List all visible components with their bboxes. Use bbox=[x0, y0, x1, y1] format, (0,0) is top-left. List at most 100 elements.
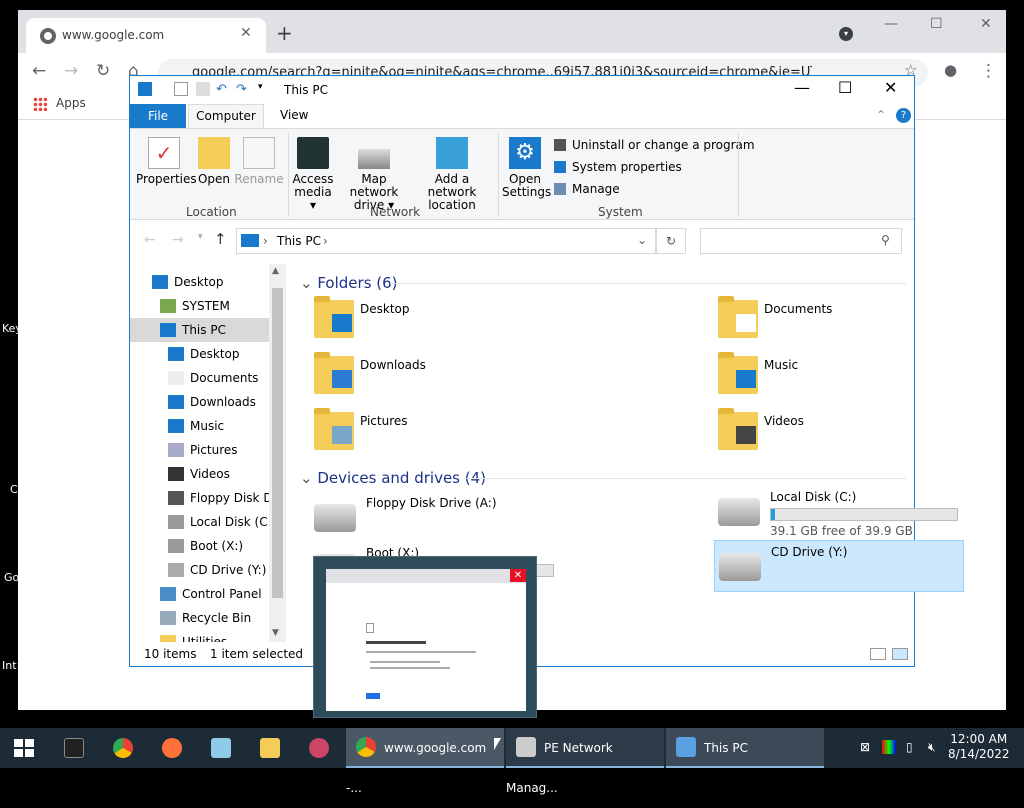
uninstall-program-button[interactable]: Uninstall or change a program bbox=[554, 138, 755, 152]
start-windows-icon[interactable] bbox=[14, 739, 34, 757]
drive-cd[interactable]: CD Drive (Y:) bbox=[714, 540, 964, 592]
close-tab-icon[interactable]: ✕ bbox=[240, 25, 252, 41]
tree-item-system[interactable]: SYSTEM bbox=[160, 294, 230, 318]
tab-file[interactable]: File bbox=[130, 104, 186, 128]
close-icon[interactable]: ✕ bbox=[980, 16, 992, 32]
open-button[interactable]: Open bbox=[196, 137, 232, 186]
folders-header[interactable]: Folders (6) bbox=[300, 274, 397, 292]
tree-item-local-disk[interactable]: Local Disk (C:) bbox=[168, 510, 276, 534]
maximize-icon[interactable]: ☐ bbox=[838, 78, 852, 97]
scroll-down-icon[interactable]: ▼ bbox=[272, 628, 279, 638]
details-view-icon[interactable] bbox=[870, 648, 886, 660]
command-prompt-icon[interactable] bbox=[64, 738, 84, 758]
task-chrome[interactable]: www.google.com -... bbox=[346, 728, 504, 795]
drives-header[interactable]: Devices and drives (4) bbox=[300, 469, 486, 487]
tree-item-utilities[interactable]: Utilities bbox=[160, 630, 227, 642]
notepad-icon[interactable] bbox=[211, 738, 231, 758]
desktop-label[interactable]: Go bbox=[4, 571, 19, 584]
tree-item-control-panel[interactable]: Control Panel bbox=[160, 582, 262, 606]
color-tray-icon[interactable] bbox=[882, 740, 896, 754]
manage-button[interactable]: Manage bbox=[554, 182, 620, 196]
apps-icon[interactable] bbox=[33, 97, 47, 111]
desktop-label[interactable]: C bbox=[10, 483, 18, 496]
tab-search-icon[interactable]: ▾ bbox=[839, 27, 853, 41]
network-tray-icon[interactable]: ⊠ bbox=[860, 740, 874, 754]
scroll-up-icon[interactable]: ▲ bbox=[272, 266, 279, 276]
folder-documents[interactable]: Documents bbox=[714, 294, 964, 350]
folder-music[interactable]: Music bbox=[714, 350, 964, 406]
usb-tray-icon[interactable]: ▯ bbox=[906, 740, 920, 754]
tree-item-recycle-bin[interactable]: Recycle Bin bbox=[160, 606, 251, 630]
chrome-icon[interactable] bbox=[113, 738, 133, 758]
search-input[interactable]: ⚲ bbox=[700, 228, 902, 254]
reload-icon[interactable]: ↻ bbox=[96, 61, 110, 81]
address-box[interactable]: › This PC › ⌄ bbox=[236, 228, 656, 254]
taskbar-thumbnail-preview[interactable]: ✕ bbox=[313, 556, 537, 718]
tree-item-documents[interactable]: Documents bbox=[168, 366, 258, 390]
system-properties-button[interactable]: System properties bbox=[554, 160, 682, 174]
close-preview-icon[interactable]: ✕ bbox=[510, 569, 526, 582]
minimize-icon[interactable]: — bbox=[794, 78, 810, 97]
tree-item-music[interactable]: Music bbox=[168, 414, 224, 438]
maximize-icon[interactable]: ☐ bbox=[930, 16, 943, 32]
customize-qa-icon[interactable]: ▾ bbox=[258, 82, 272, 96]
new-tab-button[interactable]: + bbox=[276, 21, 293, 45]
back-icon[interactable]: ← bbox=[144, 232, 156, 248]
back-icon[interactable]: ← bbox=[32, 61, 46, 81]
navigation-scrollbar[interactable] bbox=[269, 264, 286, 642]
tree-item-boot[interactable]: Boot (X:) bbox=[168, 534, 243, 558]
drive-floppy[interactable]: Floppy Disk Drive (A:) bbox=[310, 492, 560, 544]
task-this-pc[interactable]: This PC bbox=[666, 728, 824, 768]
refresh-button[interactable]: ↻ bbox=[656, 228, 686, 254]
chevron-down-icon[interactable]: ⌄ bbox=[637, 233, 647, 247]
forward-icon[interactable]: → bbox=[172, 232, 184, 248]
scrollbar-thumb[interactable] bbox=[272, 288, 283, 598]
taskmgr-icon[interactable] bbox=[260, 738, 280, 758]
tree-item-desktop[interactable]: Desktop bbox=[152, 270, 224, 294]
folder-desktop[interactable]: Desktop bbox=[310, 294, 560, 350]
tree-item-desktop[interactable]: Desktop bbox=[168, 342, 240, 366]
tree-item-downloads[interactable]: Downloads bbox=[168, 390, 256, 414]
clock[interactable]: 12:00 AM 8/14/2022 bbox=[948, 732, 1010, 762]
close-icon[interactable]: ✕ bbox=[884, 78, 897, 97]
tree-item-floppy[interactable]: Floppy Disk Dri bbox=[168, 486, 281, 510]
volume-muted-icon[interactable]: 🔇︎ bbox=[928, 740, 942, 754]
add-network-location-button[interactable]: Add a network location bbox=[412, 137, 492, 212]
folder-downloads[interactable]: Downloads bbox=[310, 350, 560, 406]
forward-icon[interactable]: → bbox=[64, 61, 78, 81]
drive-local[interactable]: Local Disk (C:) 39.1 GB free of 39.9 GB bbox=[714, 486, 964, 538]
tree-item-pictures[interactable]: Pictures bbox=[168, 438, 238, 462]
chevron-right-icon[interactable]: › bbox=[263, 234, 268, 248]
open-settings-button[interactable]: ⚙ Open Settings bbox=[502, 137, 551, 199]
up-icon[interactable]: ↑ bbox=[214, 230, 227, 248]
rename-button[interactable]: Rename bbox=[234, 137, 284, 186]
collapse-ribbon-icon[interactable]: ⌃ bbox=[876, 108, 886, 122]
profile-icon[interactable]: ● bbox=[944, 61, 957, 79]
menu-icon[interactable]: ⋮ bbox=[980, 61, 997, 81]
task-pe-network[interactable]: PE Network Manag... bbox=[506, 728, 664, 795]
properties-qa-icon[interactable] bbox=[174, 82, 188, 96]
properties-button[interactable]: ✓ Properties bbox=[136, 137, 197, 186]
undo-icon[interactable]: ↶ bbox=[216, 82, 230, 97]
tool-icon[interactable] bbox=[309, 738, 329, 758]
chrome-tab[interactable]: www.google.com ✕ bbox=[26, 18, 266, 53]
recent-locations-icon[interactable]: ▾ bbox=[198, 232, 203, 242]
tree-item-videos[interactable]: Videos bbox=[168, 462, 230, 486]
large-icons-view-icon[interactable] bbox=[892, 648, 908, 660]
map-network-drive-button[interactable]: Map network drive ▾ bbox=[336, 137, 412, 212]
tree-item-cd-drive[interactable]: CD Drive (Y:) bbox=[168, 558, 266, 582]
folder-pictures[interactable]: Pictures bbox=[310, 406, 560, 462]
apps-bookmark[interactable]: Apps bbox=[56, 96, 86, 110]
folder-videos[interactable]: Videos bbox=[714, 406, 964, 462]
access-media-button[interactable]: Access media ▾ bbox=[292, 137, 334, 212]
firefox-icon[interactable] bbox=[162, 738, 182, 758]
help-icon[interactable]: ? bbox=[896, 108, 911, 123]
tree-item-this-pc[interactable]: This PC bbox=[130, 318, 269, 342]
new-folder-qa-icon[interactable] bbox=[196, 82, 210, 96]
redo-icon[interactable]: ↷ bbox=[236, 82, 250, 97]
tab-computer[interactable]: Computer bbox=[188, 104, 264, 129]
minimize-icon[interactable]: — bbox=[884, 16, 898, 32]
tab-view[interactable]: View bbox=[280, 108, 308, 122]
desktop-label[interactable]: Int bbox=[2, 659, 17, 672]
chevron-right-icon[interactable]: › bbox=[323, 234, 328, 248]
